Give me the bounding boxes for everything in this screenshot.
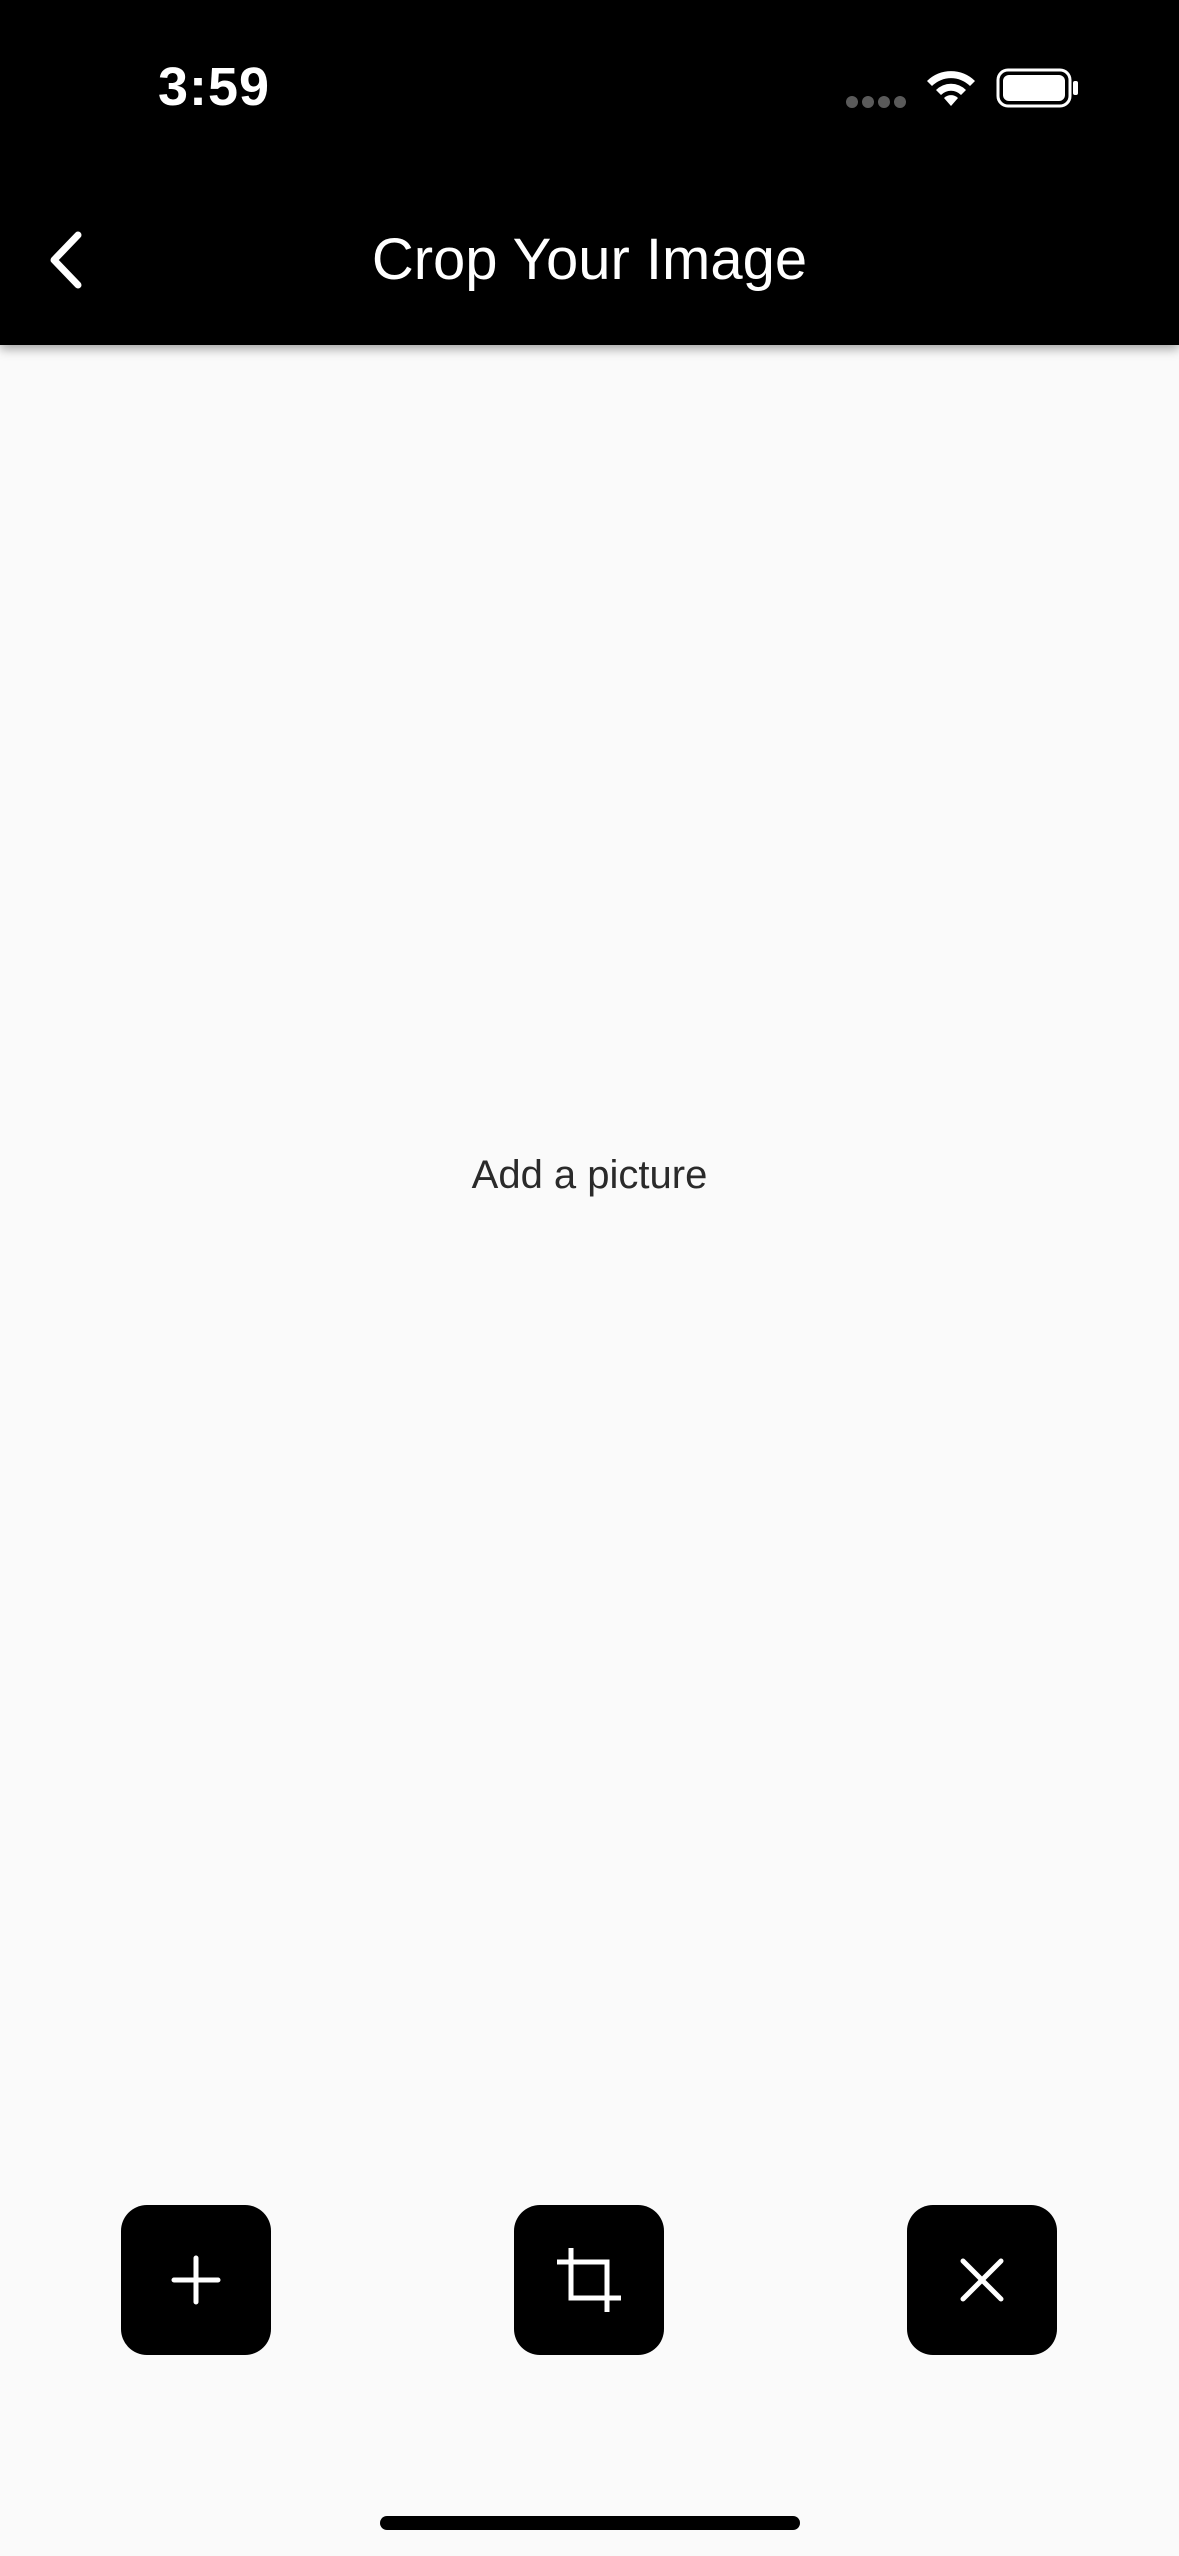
crop-image-screen: 3:59 Crop Your Image Add a picture xyxy=(0,0,1179,2556)
home-indicator[interactable] xyxy=(380,2516,800,2530)
empty-image-placeholder: Add a picture xyxy=(471,1153,708,1197)
page-title: Crop Your Image xyxy=(371,227,808,292)
signal-dots-icon xyxy=(846,96,906,108)
close-icon xyxy=(960,2258,1004,2302)
status-time: 3:59 xyxy=(158,57,271,117)
crop-button[interactable] xyxy=(514,2205,664,2355)
battery-icon xyxy=(996,68,1078,108)
plus-icon xyxy=(171,2255,221,2305)
wifi-icon xyxy=(927,71,975,106)
crop-icon xyxy=(557,2248,621,2312)
app-header: 3:59 Crop Your Image xyxy=(0,0,1179,345)
back-button[interactable] xyxy=(30,215,100,305)
clear-button[interactable] xyxy=(907,2205,1057,2355)
chevron-left-icon xyxy=(50,231,82,289)
add-picture-button[interactable] xyxy=(121,2205,271,2355)
